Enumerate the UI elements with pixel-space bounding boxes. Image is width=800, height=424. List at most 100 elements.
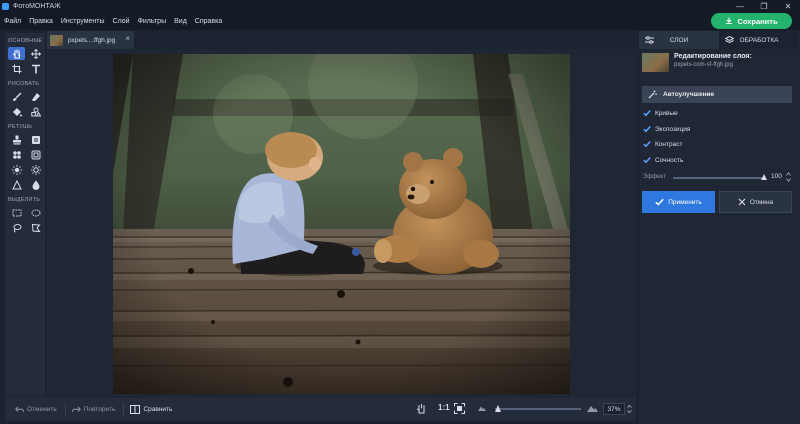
menu-help[interactable]: Справка bbox=[195, 18, 222, 25]
layer-filename: pxpels-com-sf-ffgh.jpg bbox=[674, 62, 733, 68]
polygon-lasso-icon bbox=[31, 223, 41, 232]
document-tab[interactable]: pxpels....ffgh.jpg × bbox=[47, 31, 134, 49]
menu-layer[interactable]: Слой bbox=[113, 18, 130, 25]
option-vibrance-label: Сочность bbox=[655, 156, 684, 164]
option-exposure[interactable]: Экспозиция bbox=[643, 125, 690, 133]
blur-tool[interactable] bbox=[27, 178, 44, 191]
shapes-icon bbox=[30, 107, 41, 116]
fill-tool[interactable] bbox=[8, 105, 25, 118]
menu-tools[interactable]: Инструменты bbox=[61, 18, 105, 25]
maximize-button[interactable]: ❐ bbox=[752, 0, 776, 12]
auto-enhance-title: Автоулучшение bbox=[663, 91, 715, 98]
heal-icon bbox=[12, 150, 21, 159]
patch-tool[interactable] bbox=[27, 133, 44, 146]
option-vibrance[interactable]: Сочность bbox=[643, 156, 683, 164]
hand-icon bbox=[12, 48, 20, 59]
menu-view[interactable]: Вид bbox=[174, 18, 187, 25]
zoom-value[interactable]: 37% bbox=[603, 403, 625, 415]
eraser-tool[interactable] bbox=[27, 90, 44, 103]
ellipse-select-tool[interactable] bbox=[27, 206, 44, 219]
sliders-icon bbox=[645, 36, 654, 44]
zoom-out-mountain-icon[interactable] bbox=[478, 405, 486, 411]
rect-select-icon bbox=[12, 209, 21, 216]
layer-title: Редактирование слоя: bbox=[674, 53, 752, 60]
menu-edit[interactable]: Правка bbox=[29, 18, 53, 25]
save-button-label: Сохранить bbox=[737, 16, 778, 26]
undo-label: Отменить bbox=[27, 405, 57, 413]
option-curves-label: Кривые bbox=[655, 109, 678, 117]
redo-button[interactable]: Повторить bbox=[71, 405, 116, 413]
close-icon bbox=[738, 198, 746, 206]
redo-icon bbox=[71, 406, 81, 412]
undo-button[interactable]: Отменить bbox=[15, 406, 57, 413]
crop-tool[interactable] bbox=[8, 62, 25, 75]
layer-header: Редактирование слоя: pxpels-com-sf-ffgh.… bbox=[642, 53, 797, 75]
actual-size-button[interactable]: 1:1 bbox=[438, 403, 450, 412]
right-panel-tabs: СЛОИ ОБРАБОТКА bbox=[639, 31, 800, 49]
lasso-tool[interactable] bbox=[8, 221, 25, 234]
shapes-tool[interactable] bbox=[27, 105, 44, 118]
tool-section-draw: РИСОВАТЬ bbox=[8, 81, 40, 87]
effect-slider[interactable] bbox=[673, 174, 767, 180]
close-window-button[interactable]: ✕ bbox=[776, 0, 800, 12]
effect-slider-thumb[interactable] bbox=[761, 174, 767, 180]
effect-value[interactable]: 100 bbox=[771, 173, 782, 180]
spin-down-icon[interactable] bbox=[786, 178, 791, 182]
frame-tool[interactable] bbox=[27, 148, 44, 161]
burn-tool[interactable] bbox=[27, 163, 44, 176]
option-contrast[interactable]: Контраст bbox=[643, 140, 682, 148]
dodge-tool[interactable] bbox=[8, 163, 25, 176]
polygon-lasso-tool[interactable] bbox=[27, 221, 44, 234]
zoom-slider-thumb[interactable] bbox=[494, 405, 501, 412]
ellipse-select-icon bbox=[31, 209, 40, 216]
hand-tool[interactable] bbox=[8, 47, 25, 60]
cancel-button[interactable]: Отмена bbox=[719, 191, 792, 213]
title-bar: ФотоМОНТАЖ — ❐ ✕ bbox=[0, 0, 800, 12]
move-tool[interactable] bbox=[27, 47, 44, 60]
fit-screen-icon[interactable] bbox=[454, 403, 465, 414]
canvas-area[interactable] bbox=[47, 49, 637, 396]
document-thumbnail bbox=[50, 34, 63, 46]
tool-section-select: ВЫДЕЛИТЬ bbox=[8, 197, 41, 203]
photo-image[interactable] bbox=[113, 54, 570, 394]
menu-filters[interactable]: Фильтры bbox=[138, 18, 167, 25]
zoom-spin-icon[interactable] bbox=[627, 404, 632, 414]
brush-tool[interactable] bbox=[8, 90, 25, 103]
rect-select-tool[interactable] bbox=[8, 206, 25, 219]
minimize-button[interactable]: — bbox=[728, 0, 752, 12]
heal-tool[interactable] bbox=[8, 148, 25, 161]
tool-panel: ОСНОВНЫЕ РИСОВАТЬ РЕТУШЬ ВЫДЕЛИТЬ bbox=[5, 33, 45, 396]
crop-icon bbox=[12, 64, 21, 73]
close-tab-icon[interactable]: × bbox=[125, 34, 130, 43]
download-icon bbox=[726, 17, 733, 24]
frame-icon bbox=[31, 150, 40, 159]
save-button[interactable]: Сохранить bbox=[711, 13, 792, 29]
zoom-in-mountain-icon[interactable] bbox=[587, 404, 598, 412]
sharpen-tool[interactable] bbox=[8, 178, 25, 191]
menu-file[interactable]: Файл bbox=[4, 18, 21, 25]
redo-label: Повторить bbox=[83, 405, 116, 413]
auto-enhance-header[interactable]: Автоулучшение bbox=[642, 86, 792, 103]
checkmark-icon bbox=[643, 110, 651, 117]
layer-thumbnail bbox=[642, 53, 669, 72]
effect-spin[interactable] bbox=[786, 172, 792, 182]
stamp-tool[interactable] bbox=[8, 133, 25, 146]
fit-hand-icon[interactable] bbox=[416, 403, 427, 414]
text-tool[interactable] bbox=[27, 62, 44, 75]
compare-button[interactable]: Сравнить bbox=[130, 404, 173, 414]
tab-processing-label: ОБРАБОТКА bbox=[739, 36, 779, 44]
divider bbox=[64, 403, 66, 415]
burn-icon bbox=[30, 164, 41, 175]
apply-button[interactable]: Применить bbox=[642, 191, 715, 213]
blur-icon bbox=[32, 180, 39, 190]
app-logo-icon bbox=[2, 2, 9, 10]
tab-layers[interactable]: СЛОИ bbox=[639, 31, 719, 49]
patch-icon bbox=[31, 135, 40, 144]
option-contrast-label: Контраст bbox=[655, 140, 683, 148]
option-curves[interactable]: Кривые bbox=[643, 109, 678, 117]
layer-info: Редактирование слоя: pxpels-com-sf-ffgh.… bbox=[674, 53, 752, 75]
spin-up-icon[interactable] bbox=[786, 172, 791, 176]
compare-label: Сравнить bbox=[143, 405, 173, 413]
zoom-slider[interactable] bbox=[494, 405, 581, 412]
tab-processing[interactable]: ОБРАБОТКА bbox=[719, 31, 799, 49]
